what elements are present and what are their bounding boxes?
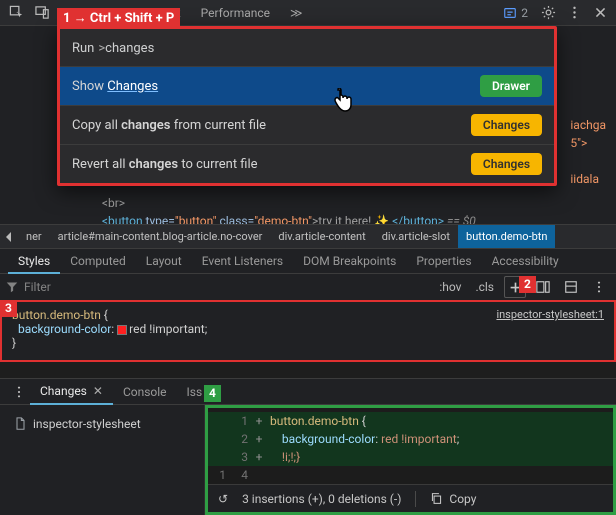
- drawer-tab-changes[interactable]: Changes✕: [30, 379, 113, 405]
- file-item-inspector-stylesheet[interactable]: inspector-stylesheet: [8, 413, 196, 435]
- changes-file-list: inspector-stylesheet: [0, 405, 205, 515]
- diff-line: 14: [208, 466, 613, 484]
- diff-summary: 3 insertions (+), 0 deletions (-): [242, 492, 401, 506]
- dom-breadcrumb: ner article#main-content.blog-article.no…: [0, 224, 616, 248]
- diff-line: 1+button.demo-btn {: [208, 412, 613, 430]
- breadcrumb-item-article-content[interactable]: div.article-content: [270, 225, 373, 249]
- filter-input[interactable]: Filter: [6, 280, 429, 294]
- command-item-copy-changes[interactable]: Copy all changes from current file Chang…: [60, 106, 554, 145]
- styles-rule-block[interactable]: inspector-stylesheet:1 button.demo-btn {…: [0, 300, 616, 362]
- breadcrumb-scroll-left[interactable]: [0, 225, 18, 249]
- stab-accessibility[interactable]: Accessibility: [482, 248, 569, 274]
- dom-line-br[interactable]: <br>: [90, 194, 612, 212]
- separator: [415, 491, 416, 507]
- diff-footer: ↺ 3 insertions (+), 0 deletions (-) Copy: [208, 484, 613, 512]
- revert-button[interactable]: ↺: [218, 492, 228, 506]
- copy-button[interactable]: Copy: [430, 492, 476, 506]
- rendering-button[interactable]: [560, 276, 582, 298]
- copy-icon: [430, 492, 443, 505]
- issues-count: 2: [521, 6, 528, 20]
- tab-performance[interactable]: Performance: [191, 0, 280, 26]
- annotation-2: 2: [519, 276, 536, 293]
- command-item-revert-changes[interactable]: Revert all changes to current file Chang…: [60, 145, 554, 183]
- command-palette: Run>changes Show Changes Drawer Copy all…: [57, 26, 557, 186]
- stab-styles[interactable]: Styles: [8, 248, 60, 274]
- styles-subtabs: Styles Computed Layout Event Listeners D…: [0, 248, 616, 274]
- stab-layout[interactable]: Layout: [136, 248, 192, 274]
- hov-toggle[interactable]: :hov: [435, 280, 465, 294]
- drawer-kebab-icon[interactable]: [8, 381, 30, 403]
- kebab-icon[interactable]: [588, 276, 610, 298]
- kebab-icon[interactable]: [562, 1, 586, 25]
- filter-icon: [6, 281, 18, 293]
- color-swatch[interactable]: [117, 325, 127, 335]
- breadcrumb-item-partial[interactable]: ner: [18, 225, 50, 249]
- close-icon[interactable]: ✕: [93, 378, 103, 404]
- stab-properties[interactable]: Properties: [406, 248, 481, 274]
- annotation-3: 3: [0, 300, 17, 317]
- annotation-1: 1 → Ctrl + Shift + P: [57, 8, 180, 28]
- tab-more[interactable]: ≫: [280, 0, 313, 26]
- diff-line: 2+ background-color: red !important;: [208, 430, 613, 448]
- device-toggle-icon[interactable]: [30, 1, 54, 25]
- command-item-show-changes[interactable]: Show Changes Drawer: [60, 67, 554, 106]
- annotation-4: 4: [204, 385, 221, 402]
- category-pill-changes: Changes: [471, 153, 542, 175]
- drawer-tabs: Changes✕ Console Iss: [0, 379, 616, 405]
- stab-event-listeners[interactable]: Event Listeners: [192, 248, 293, 274]
- command-input-row[interactable]: Run>changes: [60, 29, 554, 67]
- gear-icon[interactable]: [536, 1, 560, 25]
- cls-toggle[interactable]: .cls: [471, 280, 498, 294]
- close-icon[interactable]: [588, 1, 612, 25]
- drawer: Changes✕ Console Iss inspector-styleshee…: [0, 378, 616, 515]
- breadcrumb-item-article-slot[interactable]: div.article-slot: [374, 225, 458, 249]
- issues-badge[interactable]: 2: [497, 6, 534, 20]
- drawer-tab-console[interactable]: Console: [113, 379, 177, 405]
- inspect-icon[interactable]: [4, 1, 28, 25]
- file-icon: [14, 417, 27, 431]
- stab-computed[interactable]: Computed: [60, 248, 136, 274]
- code-fragment-background: iachga 5"> iidala: [570, 116, 606, 188]
- stab-dom-breakpoints[interactable]: DOM Breakpoints: [293, 248, 406, 274]
- category-pill-changes: Changes: [471, 114, 542, 136]
- breadcrumb-item-button[interactable]: button.demo-btn: [458, 225, 555, 249]
- category-pill-drawer: Drawer: [480, 75, 542, 97]
- cursor-icon: [332, 88, 354, 117]
- stylesheet-link[interactable]: inspector-stylesheet:1: [496, 308, 604, 321]
- diff-view: 1+button.demo-btn { 2+ background-color:…: [205, 405, 616, 515]
- diff-line: 3+ !i;!;}: [208, 448, 613, 466]
- breadcrumb-item-article[interactable]: article#main-content.blog-article.no-cov…: [50, 225, 271, 249]
